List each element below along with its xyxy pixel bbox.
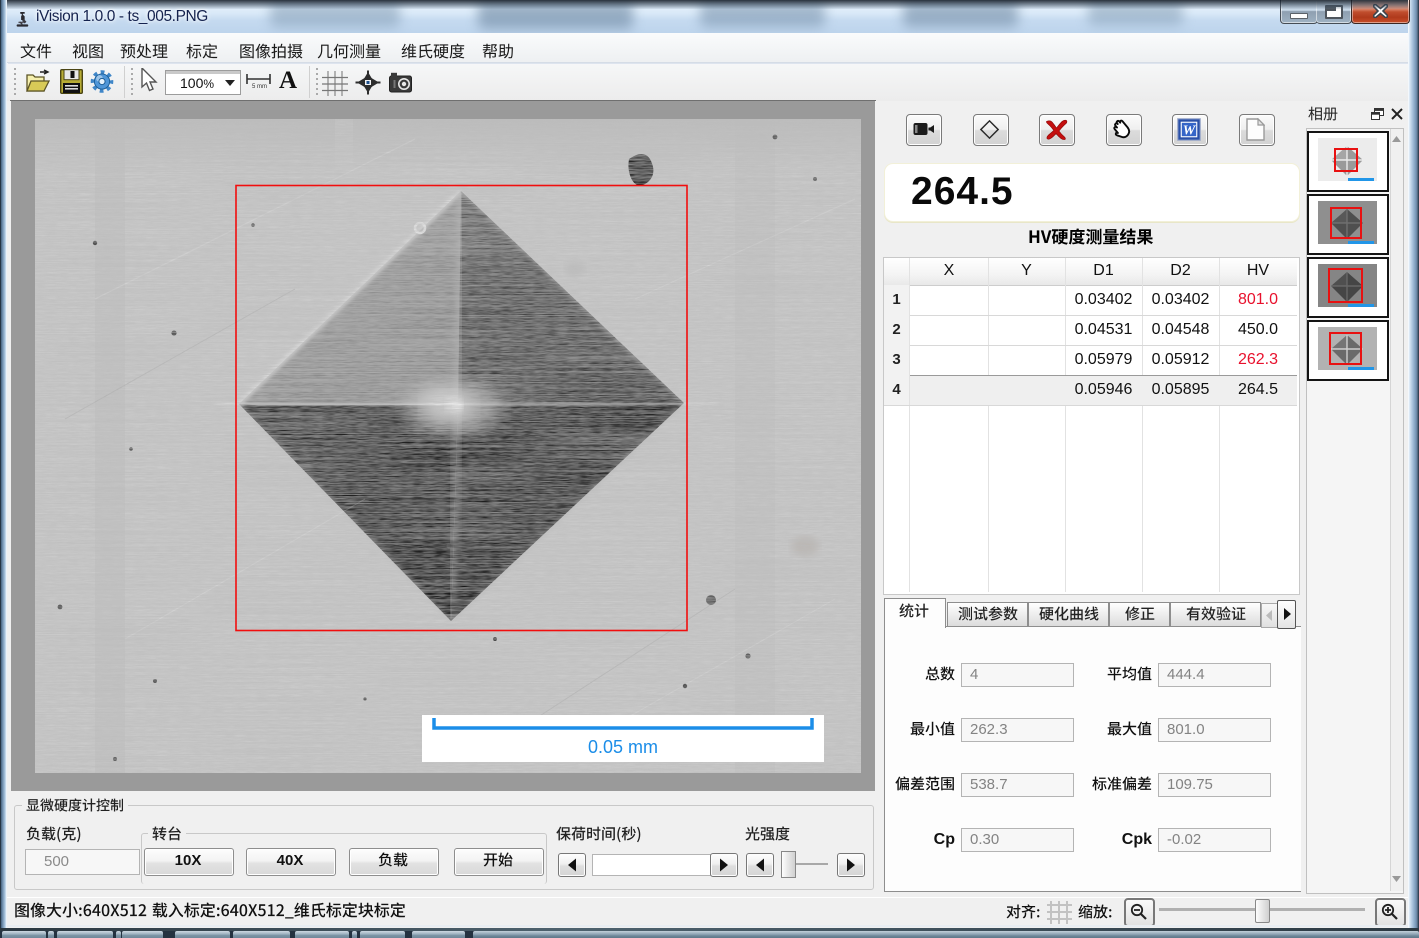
svg-text:0.05 mm: 0.05 mm [588,737,658,757]
svg-text:W: W [1183,124,1197,139]
svg-text:5 mm: 5 mm [252,84,267,89]
